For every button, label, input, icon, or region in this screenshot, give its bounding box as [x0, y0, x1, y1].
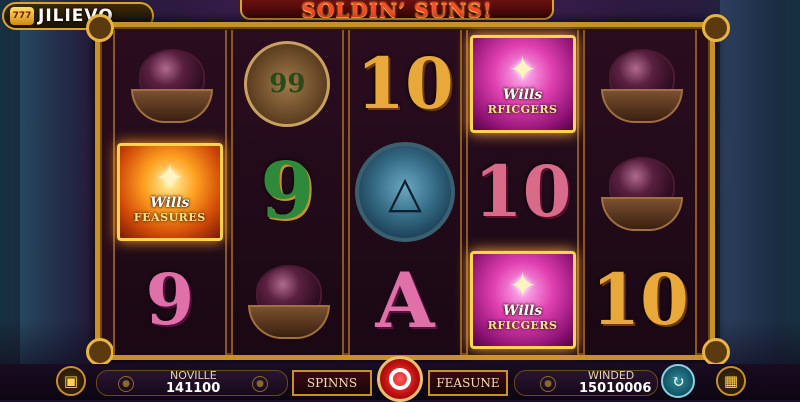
frame-corner-ornament — [86, 14, 114, 42]
number-symbol: 10 — [356, 42, 454, 125]
reel-5: 10 — [583, 30, 697, 355]
star-icon: ✦ — [508, 49, 537, 90]
number-symbol: 9 — [260, 146, 315, 237]
wild-sublabel: RFICGERS — [487, 318, 558, 332]
reel-symbol: 10 — [468, 138, 578, 246]
emblem-symbol: 99 — [244, 41, 331, 127]
spin-icon — [389, 368, 411, 390]
wild-label: Wills — [150, 194, 190, 211]
reel-2: 99 9 — [230, 30, 345, 355]
reel-symbol: 9 — [233, 138, 343, 246]
coin-icon: ● — [540, 376, 556, 392]
wild-symbol: ✦ Wills FEASURES — [116, 143, 223, 241]
reel-symbol: ✦ Wills RFICGERS — [468, 30, 578, 138]
number-symbol: 10 — [591, 258, 689, 341]
reels-grid: ✦ Wills FEASURES 9 99 9 10 △ A ✦ Wills RFICGERS 10 ✦ W… — [113, 30, 697, 355]
wild-symbol: ✦ Wills RFICGERS — [469, 251, 576, 349]
spins-button[interactable]: SPINNS — [292, 370, 372, 396]
treasure-icon[interactable]: ▦ — [716, 366, 746, 396]
reel-symbol: ✦ Wills RFICGERS — [468, 246, 578, 354]
reel-symbol: A — [350, 246, 460, 354]
reel-symbol: ✦ Wills FEASURES — [115, 138, 225, 246]
game-title-banner: SOLDIN’ SUNS! — [240, 0, 554, 20]
chest-icon[interactable]: ▣ — [56, 366, 86, 396]
feature-button[interactable]: FEASUNE — [428, 370, 508, 396]
coin-icon: ● — [118, 376, 134, 392]
gem-orb-symbol — [242, 261, 332, 339]
number-symbol: 9 — [145, 258, 195, 341]
reel-symbol: 10 — [585, 246, 695, 354]
logo-badge: 777 — [10, 7, 34, 25]
wild-label: Wills — [502, 86, 543, 103]
reel-4: ✦ Wills RFICGERS 10 ✦ Wills RFICGERS — [465, 30, 580, 355]
wild-sublabel: RFICGERS — [487, 102, 558, 116]
wild-symbol: ✦ Wills RFICGERS — [469, 35, 576, 133]
letter-symbol: A — [375, 255, 435, 345]
reel-1: ✦ Wills FEASURES 9 — [113, 30, 227, 355]
game-title: SOLDIN’ SUNS! — [301, 0, 493, 20]
reel-3: 10 △ A — [348, 30, 462, 355]
reel-symbol: 99 — [233, 30, 343, 138]
lion-icon: △ — [388, 166, 422, 218]
balance-value: 141100 — [166, 381, 221, 396]
spin-button[interactable] — [377, 356, 423, 402]
reel-symbol: △ — [350, 138, 460, 246]
win-value: 15010006 — [579, 381, 652, 396]
lion-medallion-symbol: △ — [354, 142, 455, 242]
number-symbol: 10 — [473, 150, 572, 233]
gem-orb-symbol — [595, 153, 685, 231]
reel-symbol — [115, 30, 225, 138]
auto-spin-icon[interactable]: ↻ — [661, 364, 695, 398]
frame-corner-ornament — [702, 338, 730, 366]
reel-symbol — [585, 138, 695, 246]
frame-corner-ornament — [702, 14, 730, 42]
star-icon: ✦ — [155, 157, 185, 198]
frame-corner-ornament — [86, 338, 114, 366]
coin-icon: ● — [252, 376, 268, 392]
gem-orb-symbol — [125, 45, 215, 123]
wild-sublabel: FEASURES — [133, 210, 206, 224]
emblem-text: 99 — [269, 69, 306, 99]
reel-symbol — [585, 30, 695, 138]
wild-label: Wills — [502, 302, 543, 319]
reel-symbol: 10 — [350, 30, 460, 138]
star-icon: ✦ — [508, 265, 537, 306]
reel-symbol: 9 — [115, 246, 225, 354]
gem-orb-symbol — [595, 45, 685, 123]
reel-symbol — [233, 246, 343, 354]
